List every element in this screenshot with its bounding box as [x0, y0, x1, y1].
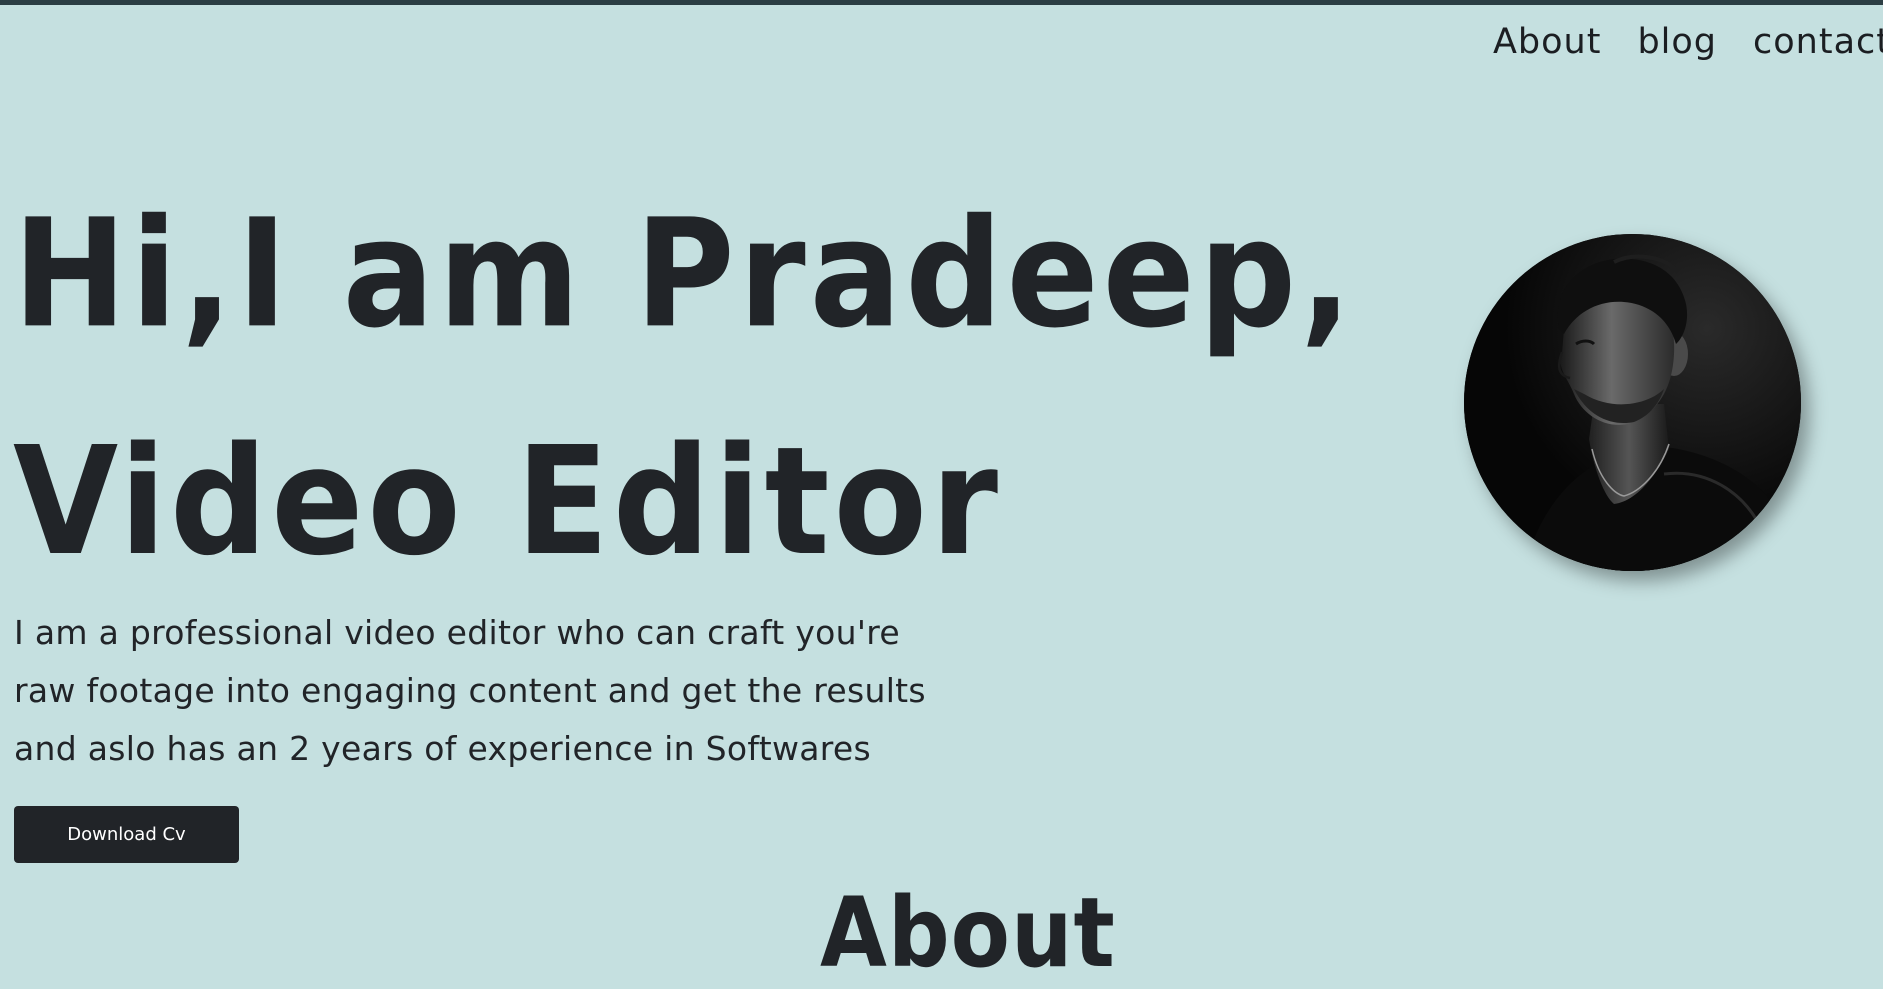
hero-desc-line1: I am a professional video editor who can…: [14, 613, 900, 652]
nav-list: About blog contact: [1493, 22, 1883, 62]
nav-item-about: About: [1493, 22, 1601, 62]
hero-title: Hi,I am Pradeep, Video Editor: [13, 160, 1356, 615]
top-accent-bar: [0, 0, 1883, 5]
hero-desc-line3: and aslo has an 2 years of experience in…: [14, 729, 871, 768]
nav-item-blog: blog: [1637, 22, 1717, 62]
hero-desc-line2: raw footage into engaging content and ge…: [14, 671, 926, 710]
profile-portrait-image: [1464, 234, 1801, 571]
hero-title-line2: Video Editor: [13, 414, 1002, 589]
download-cv-button[interactable]: Download Cv: [14, 806, 239, 863]
profile-photo: [1464, 234, 1801, 571]
hero-title-line1: Hi,I am Pradeep,: [13, 186, 1356, 361]
about-section-heading: About: [820, 877, 1116, 989]
nav-link-about[interactable]: About: [1493, 22, 1601, 62]
nav-item-contact: contact: [1753, 22, 1883, 62]
hero-description: I am a professional video editor who can…: [14, 604, 994, 778]
nav-link-blog[interactable]: blog: [1637, 22, 1717, 62]
nav-link-contact[interactable]: contact: [1753, 22, 1883, 62]
